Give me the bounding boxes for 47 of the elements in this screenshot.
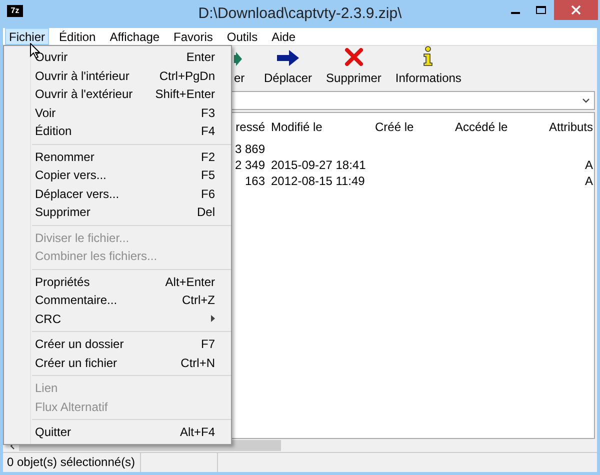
chevron-down-icon — [582, 98, 590, 103]
menu-entry[interactable]: Copier vers... F5 — [32, 166, 231, 184]
menu-entry[interactable]: Quitter Alt+F4 — [32, 423, 231, 442]
status-text: 0 objet(s) sélectionné(s) — [3, 453, 141, 472]
menu-entry[interactable]: Voir F3 — [32, 104, 231, 122]
menu-item[interactable]: Aide — [268, 28, 300, 45]
cross-icon — [344, 48, 363, 66]
menu-entry[interactable]: Renommer F2 — [32, 148, 231, 166]
table-cell: 3 869 — [235, 141, 265, 157]
menu-entry[interactable]: Ouvrir à l'extérieur Shift+Enter — [32, 85, 231, 104]
table-cell: 2 349 — [235, 157, 265, 173]
menu-entry[interactable]: Ouvrir à l'intérieur Ctrl+PgDn — [32, 66, 231, 85]
menu-entry[interactable]: Propriétés Alt+Enter — [32, 272, 231, 291]
menu-item[interactable]: Fichier — [5, 28, 50, 45]
close-icon — [571, 5, 581, 15]
column-header[interactable]: Attributs — [530, 119, 593, 135]
menu-item[interactable]: Édition — [55, 28, 100, 45]
menu-entry[interactable]: Commentaire... Ctrl+Z — [32, 291, 231, 310]
column-header[interactable]: Créé le — [369, 119, 449, 135]
column-header[interactable]: ressé — [235, 119, 265, 135]
arrow-icon — [277, 50, 300, 66]
menu-entry[interactable]: Supprimer Del — [32, 203, 231, 222]
table-cell-text: A — [584, 173, 593, 189]
menu-entry[interactable]: CRC — [32, 310, 231, 328]
menu-item[interactable]: Affichage — [106, 28, 164, 45]
menu-item[interactable]: Outils — [222, 28, 262, 45]
close-button[interactable] — [554, 0, 598, 20]
toolbar-button[interactable]: Informations — [389, 46, 468, 87]
menu-entry[interactable]: Édition F4 — [32, 122, 231, 140]
menu-entry[interactable]: Déplacer vers... F6 — [32, 184, 231, 203]
arrow-icon — [234, 52, 242, 66]
window-title: D:\Download\captvty-2.3.9.zip\ — [198, 4, 402, 24]
menu-entry[interactable]: Créer un dossier F7 — [32, 335, 231, 354]
toolbar-button[interactable]: er — [234, 52, 258, 87]
menu-item[interactable]: Favoris — [170, 28, 217, 45]
info-icon — [422, 46, 434, 66]
table-cell-text: 2015-09-27 18:41 — [270, 157, 367, 173]
column-header[interactable]: Accédé le — [449, 119, 530, 135]
table-cell-text: 163 — [244, 173, 265, 189]
column-header[interactable]: Modifié le — [265, 119, 369, 135]
toolbar-button[interactable]: Supprimer — [320, 48, 388, 87]
table-cell-text: A — [584, 157, 593, 173]
app-icon: 7z — [7, 5, 23, 17]
submenu-arrow-icon — [211, 315, 215, 322]
table-cell-text: 2012-08-15 11:49 — [270, 173, 366, 189]
toolbar-button[interactable]: Déplacer — [258, 50, 318, 87]
menu-entry[interactable]: Créer un fichier Ctrl+N — [32, 354, 231, 372]
